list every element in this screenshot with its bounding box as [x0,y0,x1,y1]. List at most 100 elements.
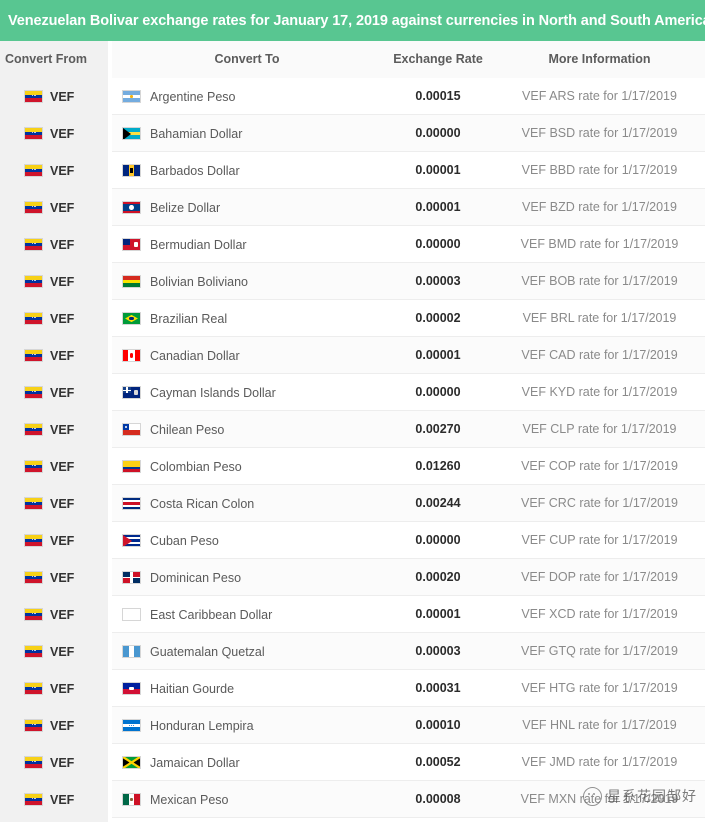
column-header-convert-from[interactable]: Convert From [5,41,87,78]
cell-more-information[interactable]: VEF CUP rate for 1/17/2019 [494,522,705,559]
cell-more-information[interactable]: VEF JMD rate for 1/17/2019 [494,744,705,781]
table-row[interactable]: VEF Haitian Gourde 0.00031 VEF HTG rate for… [0,670,705,707]
venezuela-flag-icon [24,608,43,621]
cell-more-information[interactable]: VEF ARS rate for 1/17/2019 [494,78,705,115]
cell-convert-to[interactable]: Brazilian Real [122,300,227,337]
currency-name: Colombian Peso [150,459,242,474]
venezuela-flag-icon [24,645,43,658]
currency-name: Honduran Lempira [150,718,254,733]
cell-convert-to[interactable]: Cayman Islands Dollar [122,374,276,411]
belize-flag-icon [122,201,141,214]
cell-convert-to[interactable]: East Caribbean Dollar [122,596,272,633]
cell-more-information[interactable]: VEF GTQ rate for 1/17/2019 [494,633,705,670]
cuba-flag-icon [122,534,141,547]
table-row[interactable]: VEF Colombian Peso 0.01260 VEF COP rate for… [0,448,705,485]
cell-convert-from: VEF [0,78,108,115]
chile-flag-icon [122,423,141,436]
cell-more-information[interactable]: VEF CLP rate for 1/17/2019 [494,411,705,448]
cell-convert-to[interactable]: Chilean Peso [122,411,224,448]
cell-convert-to[interactable]: Canadian Dollar [122,337,240,374]
cell-more-information[interactable]: VEF KYD rate for 1/17/2019 [494,374,705,411]
table-row[interactable]: VEF Brazilian Real 0.00002 VEF BRL rate for… [0,300,705,337]
page-root: Venezuelan Bolivar exchange rates for Ja… [0,0,705,822]
table-row[interactable]: VEF Costa Rican Colon 0.00244 VEF CRC rate … [0,485,705,522]
cell-more-information[interactable]: VEF BOB rate for 1/17/2019 [494,263,705,300]
cell-more-information[interactable]: VEF BZD rate for 1/17/2019 [494,189,705,226]
mexico-flag-icon [122,793,141,806]
cell-more-information[interactable]: VEF XCD rate for 1/17/2019 [494,596,705,633]
cell-more-information[interactable]: VEF CRC rate for 1/17/2019 [494,485,705,522]
cell-more-information[interactable]: VEF MXN rate for 1/17/2019 [494,781,705,818]
cell-convert-to[interactable]: Argentine Peso [122,78,235,115]
column-header-more-information[interactable]: More Information [494,41,705,78]
cell-convert-to[interactable]: Jamaican Dollar [122,744,240,781]
cell-more-information[interactable]: VEF BMD rate for 1/17/2019 [494,226,705,263]
table-row[interactable]: VEF Dominican Peso 0.00020 VEF DOP rate for… [0,559,705,596]
cell-convert-to[interactable]: Haitian Gourde [122,670,234,707]
currency-code: VEF [50,570,75,585]
guatemala-flag-icon [122,645,141,658]
cell-more-information[interactable]: VEF BRL rate for 1/17/2019 [494,300,705,337]
cell-convert-to[interactable]: Bermudian Dollar [122,226,247,263]
cell-convert-to[interactable]: Bolivian Boliviano [122,263,248,300]
table-row[interactable]: VEF Honduran Lempira 0.00010 VEF HNL rate f… [0,707,705,744]
cell-convert-to[interactable]: Guatemalan Quetzal [122,633,265,670]
table-row[interactable]: VEF East Caribbean Dollar 0.00001 VEF XCD r… [0,596,705,633]
currency-code: VEF [50,311,75,326]
cell-convert-to[interactable]: Mexican Peso [122,781,229,818]
table-row[interactable]: VEF Cayman Islands Dollar 0.00000 VEF KYD r… [0,374,705,411]
cell-convert-to[interactable]: Honduran Lempira [122,707,254,744]
cell-convert-from: VEF [0,596,108,633]
currency-code: VEF [50,459,75,474]
cell-convert-to[interactable]: Belize Dollar [122,189,220,226]
table-row[interactable]: VEF Canadian Dollar 0.00001 VEF CAD rate fo… [0,337,705,374]
cell-convert-to[interactable]: Cuban Peso [122,522,219,559]
cayman-islands-flag-icon [122,386,141,399]
cell-more-information[interactable]: VEF COP rate for 1/17/2019 [494,448,705,485]
cell-more-information[interactable]: VEF BSD rate for 1/17/2019 [494,115,705,152]
column-header-convert-to[interactable]: Convert To [112,41,382,78]
cell-convert-to[interactable]: Barbados Dollar [122,152,240,189]
cell-more-information[interactable]: VEF CAD rate for 1/17/2019 [494,337,705,374]
cell-more-information[interactable]: VEF DOP rate for 1/17/2019 [494,559,705,596]
cell-exchange-rate: 0.00000 [415,533,461,547]
cell-convert-to[interactable]: Dominican Peso [122,559,241,596]
cell-convert-from: VEF [0,633,108,670]
honduras-flag-icon [122,719,141,732]
table-row[interactable]: VEF Bahamian Dollar 0.00000 VEF BSD rate fo… [0,115,705,152]
venezuela-flag-icon [24,312,43,325]
table-row[interactable]: VEF Chilean Peso 0.00270 VEF CLP rate for 1… [0,411,705,448]
table-row[interactable]: VEF Jamaican Dollar 0.00052 VEF JMD rate fo… [0,744,705,781]
jamaica-flag-icon [122,756,141,769]
table-row[interactable]: VEF Belize Dollar 0.00001 VEF BZD rate for … [0,189,705,226]
table-row[interactable]: VEF Argentine Peso 0.00015 VEF ARS rate for… [0,78,705,115]
haiti-flag-icon [122,682,141,695]
table-container: Convert From Convert To Exchange Rate Mo… [0,41,705,822]
table-row[interactable]: VEF Bermudian Dollar 0.00000 VEF BMD rate f… [0,226,705,263]
cell-convert-to[interactable]: Bahamian Dollar [122,115,242,152]
cell-exchange-rate: 0.00000 [415,237,461,251]
venezuela-flag-icon [24,386,43,399]
cell-convert-to[interactable]: Costa Rican Colon [122,485,254,522]
canada-flag-icon [122,349,141,362]
currency-name: Barbados Dollar [150,163,240,178]
column-header-exchange-rate[interactable]: Exchange Rate [382,41,494,78]
barbados-flag-icon [122,164,141,177]
currency-code: VEF [50,607,75,622]
brazil-flag-icon [122,312,141,325]
cell-more-information[interactable]: VEF HTG rate for 1/17/2019 [494,670,705,707]
venezuela-flag-icon [24,719,43,732]
costa-rica-flag-icon [122,497,141,510]
table-row[interactable]: VEF Barbados Dollar 0.00001 VEF BBD rate fo… [0,152,705,189]
currency-name: Belize Dollar [150,200,221,215]
cell-more-information[interactable]: VEF HNL rate for 1/17/2019 [494,707,705,744]
table-row[interactable]: VEF Guatemalan Quetzal 0.00003 VEF GTQ rate… [0,633,705,670]
table-row[interactable]: VEF Mexican Peso 0.00008 VEF MXN rate for 1… [0,781,705,818]
page-title-bar: Venezuelan Bolivar exchange rates for Ja… [0,0,705,41]
table-row[interactable]: VEF Bolivian Boliviano 0.00003 VEF BOB rate… [0,263,705,300]
cell-exchange-rate: 0.00001 [415,163,461,177]
cell-more-information[interactable]: VEF BBD rate for 1/17/2019 [494,152,705,189]
cell-convert-to[interactable]: Colombian Peso [122,448,242,485]
dominican-republic-flag-icon [122,571,141,584]
table-row[interactable]: VEF Cuban Peso 0.00000 VEF CUP rate for 1/1… [0,522,705,559]
